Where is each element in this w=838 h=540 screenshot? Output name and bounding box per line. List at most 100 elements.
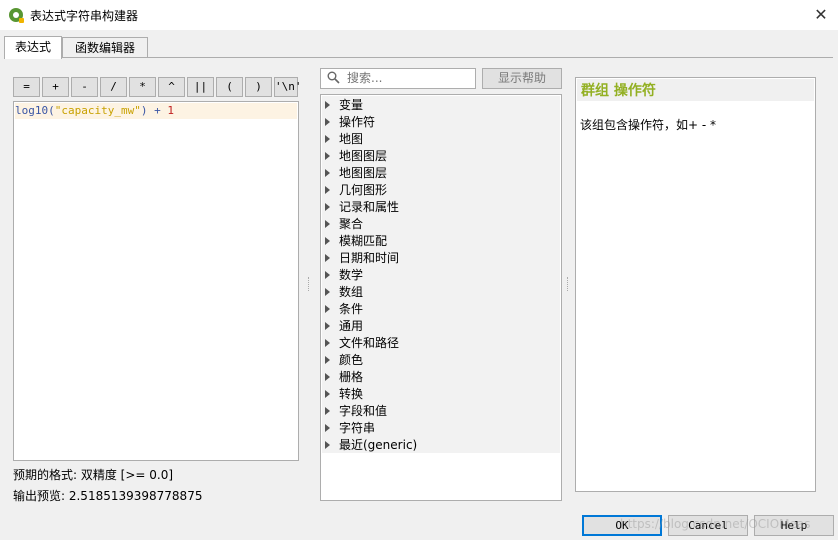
splitter-handle[interactable] (308, 277, 311, 291)
tree-item-map[interactable]: 地图 (325, 131, 363, 148)
expand-arrow-icon[interactable] (325, 356, 330, 364)
tree-item-label: 聚合 (339, 217, 364, 231)
close-button[interactable]: ✕ (810, 4, 832, 26)
expand-arrow-icon[interactable] (325, 220, 330, 228)
paren-token: ) (140, 104, 148, 117)
tree-item-string[interactable]: 字符串 (325, 420, 375, 437)
show-help-button[interactable]: 显示帮助 (482, 68, 562, 89)
operator-power-button[interactable]: ^ (158, 77, 185, 97)
operator-close-paren-button[interactable]: ) (245, 77, 272, 97)
tree-item-variables[interactable]: 变量 (325, 97, 363, 114)
expand-arrow-icon[interactable] (325, 407, 330, 415)
tree-item-label: 地图图层 (339, 166, 388, 180)
expand-arrow-icon[interactable] (325, 271, 330, 279)
tree-item-label: 文件和路径 (339, 336, 400, 350)
expand-arrow-icon[interactable] (325, 390, 330, 398)
expand-arrow-icon[interactable] (325, 339, 330, 347)
expand-arrow-icon[interactable] (325, 152, 330, 160)
tree-item-record-attributes[interactable]: 记录和属性 (325, 199, 399, 216)
tree-item-label: 日期和时间 (339, 251, 400, 265)
tree-item-label: 操作符 (339, 115, 376, 129)
expand-arrow-icon[interactable] (325, 101, 330, 109)
field-token: "capacity_mw" (54, 104, 141, 117)
expand-arrow-icon[interactable] (325, 169, 330, 177)
tree-item-conversions[interactable]: 转换 (325, 386, 363, 403)
tree-item-label: 几何图形 (339, 183, 388, 197)
splitter-handle[interactable] (567, 277, 570, 291)
tree-item-conditionals[interactable]: 条件 (325, 301, 363, 318)
tree-item-label: 栅格 (339, 370, 364, 384)
info-description: 该组包含操作符，如+ - * (580, 118, 717, 132)
expand-arrow-icon[interactable] (325, 305, 330, 313)
tree-item-label: 字符串 (339, 421, 376, 435)
number-token: 1 (167, 104, 174, 117)
title-bar: 表达式字符串构建器 ✕ (0, 0, 838, 30)
tree-item-label: 条件 (339, 302, 364, 316)
expand-arrow-icon[interactable] (325, 237, 330, 245)
operator-plus-button[interactable]: + (42, 77, 69, 97)
expand-arrow-icon[interactable] (325, 186, 330, 194)
expand-arrow-icon[interactable] (325, 373, 330, 381)
tree-item-recent[interactable]: 最近(generic) (325, 437, 417, 454)
expand-arrow-icon[interactable] (325, 322, 330, 330)
operator-equals-button[interactable]: = (13, 77, 40, 97)
tree-item-label: 记录和属性 (339, 200, 400, 214)
expand-arrow-icon[interactable] (325, 135, 330, 143)
tree-item-label: 数组 (339, 285, 364, 299)
tree-item-date-time[interactable]: 日期和时间 (325, 250, 399, 267)
search-input[interactable] (347, 70, 471, 86)
search-box[interactable] (320, 68, 476, 89)
tree-item-color[interactable]: 颜色 (325, 352, 363, 369)
expand-arrow-icon[interactable] (325, 203, 330, 211)
tree-item-label: 通用 (339, 319, 364, 333)
tree-item-files-paths[interactable]: 文件和路径 (325, 335, 399, 352)
qgis-logo-icon (9, 8, 24, 23)
window-title: 表达式字符串构建器 (30, 9, 139, 23)
tree-item-label: 字段和值 (339, 404, 388, 418)
expression-editor[interactable]: log10("capacity_mw") + 1 (13, 101, 299, 461)
tree-item-fields-values[interactable]: 字段和值 (325, 403, 387, 420)
operator-minus-button[interactable]: - (71, 77, 98, 97)
tree-item-label: 数学 (339, 268, 364, 282)
paren-token: ( (48, 104, 55, 117)
tree-item-fuzzy-matching[interactable]: 模糊匹配 (325, 233, 387, 250)
tree-item-aggregates[interactable]: 聚合 (325, 216, 363, 233)
editor-line: log10("capacity_mw") + 1 (15, 103, 297, 119)
operator-concat-button[interactable]: || (187, 77, 214, 97)
tree-item-raster[interactable]: 栅格 (325, 369, 363, 386)
tree-item-map-layers[interactable]: 地图图层 (325, 148, 387, 165)
tree-item-label: 颜色 (339, 353, 364, 367)
operator-open-paren-button[interactable]: ( (216, 77, 243, 97)
tree-item-label: 地图 (339, 132, 364, 146)
tab-panel-border (4, 57, 833, 58)
function-token: log10 (15, 104, 49, 117)
expand-arrow-icon[interactable] (325, 441, 330, 449)
operator-newline-button[interactable]: '\n' (274, 77, 302, 97)
tree-item-map-layers-2[interactable]: 地图图层 (325, 165, 387, 182)
help-info-panel: 群组 操作符 该组包含操作符，如+ - * (575, 77, 816, 492)
tree-item-math[interactable]: 数学 (325, 267, 363, 284)
search-icon (327, 71, 340, 84)
tree-item-label: 转换 (339, 387, 364, 401)
watermark-text: https://blog.csdn.net/OCIOMeas (620, 517, 811, 531)
output-preview-label: 输出预览: 2.5185139398778875 (13, 489, 203, 503)
tree-item-operators[interactable]: 操作符 (325, 114, 375, 131)
expand-arrow-icon[interactable] (325, 118, 330, 126)
tree-item-arrays[interactable]: 数组 (325, 284, 363, 301)
tree-item-label: 变量 (339, 98, 364, 112)
expand-arrow-icon[interactable] (325, 288, 330, 296)
operator-token: + (154, 104, 161, 117)
tree-item-label: 最近(generic) (339, 438, 418, 452)
expand-arrow-icon[interactable] (325, 424, 330, 432)
tree-item-label: 模糊匹配 (339, 234, 388, 248)
operator-multiply-button[interactable]: * (129, 77, 156, 97)
expand-arrow-icon[interactable] (325, 254, 330, 262)
function-group-tree[interactable]: 变量 操作符 地图 地图图层 地图图层 几何图形 记录和属性 聚合 模糊匹配 日… (320, 94, 562, 501)
tab-function-editor[interactable]: 函数编辑器 (62, 37, 148, 58)
tree-item-label: 地图图层 (339, 149, 388, 163)
tree-item-geometry[interactable]: 几何图形 (325, 182, 387, 199)
tree-item-general[interactable]: 通用 (325, 318, 363, 335)
operator-divide-button[interactable]: / (100, 77, 127, 97)
info-title: 群组 操作符 (577, 79, 814, 101)
tab-expression[interactable]: 表达式 (4, 36, 62, 59)
